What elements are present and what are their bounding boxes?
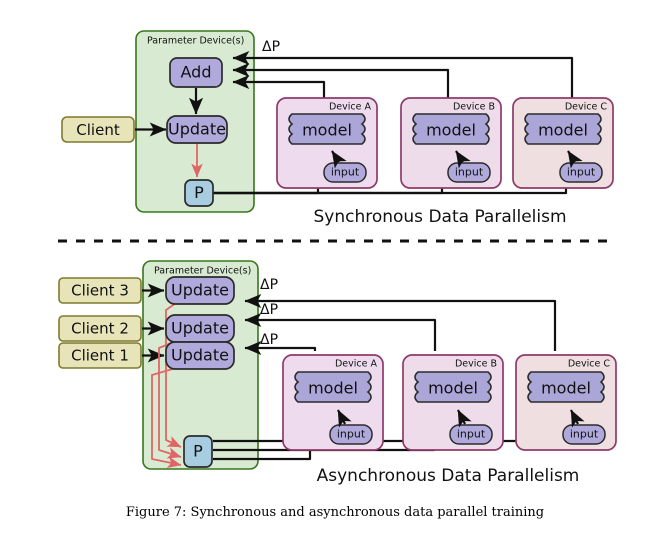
async-p-node: P (183, 435, 213, 468)
sync-device-b-input-label: input (455, 166, 484, 179)
async-device-b-input-label: input (457, 428, 486, 441)
sync-device-a-name: Device A (329, 102, 372, 113)
async-edge-deviceC-to-update3 (244, 293, 557, 351)
sync-device-b: Device B model input (400, 97, 502, 189)
sync-client-label: Client (76, 121, 120, 139)
async-update-3-node: Update (165, 276, 235, 305)
async-update-3-label: Update (171, 281, 229, 300)
sync-device-a: Device A model input (276, 97, 378, 189)
async-device-a-name: Device A (335, 359, 378, 370)
sync-device-b-model-label: model (426, 121, 476, 140)
sync-update-label: Update (168, 120, 226, 139)
async-client-2-node: Client 2 (58, 315, 142, 342)
async-client-1-label: Client 1 (71, 347, 129, 365)
sync-p-node: P (184, 179, 214, 207)
sync-section-label: Synchronous Data Parallelism (313, 207, 566, 227)
async-delta-p-label-2: ΔP (260, 302, 278, 318)
async-update-2-label: Update (171, 319, 229, 338)
figure-root: Parameter Device(s) Client Add Update P … (0, 0, 670, 543)
sync-delta-p-label: ΔP (262, 39, 280, 55)
sync-device-a-input-label: input (331, 166, 360, 179)
async-device-c-input-label: input (570, 428, 599, 441)
sync-section: Parameter Device(s) Client Add Update P … (61, 30, 614, 227)
data-parallelism-diagram: Parameter Device(s) Client Add Update P … (58, 30, 617, 486)
async-device-b-name: Device B (455, 359, 497, 370)
sync-device-c-input-label: input (567, 166, 596, 179)
async-delta-p-label-1: ΔP (260, 332, 278, 348)
async-client-2-label: Client 2 (71, 320, 129, 338)
sync-device-b-name: Device B (453, 102, 495, 113)
sync-client-node: Client (61, 116, 135, 143)
async-section: Parameter Device(s) Client 3 Client 2 Cl… (58, 260, 617, 486)
async-section-label: Asynchronous Data Parallelism (317, 466, 580, 486)
async-client-3-label: Client 3 (71, 282, 129, 300)
async-device-a: Device A model input (282, 354, 384, 451)
sync-device-c-name: Device C (565, 102, 608, 113)
sync-add-node: Add (169, 57, 223, 88)
async-device-a-model-label: model (308, 379, 358, 398)
sync-p-label: P (194, 183, 204, 202)
async-device-c-model-label: model (541, 379, 591, 398)
async-parameter-group-label: Parameter Device(s) (154, 266, 251, 277)
sync-add-label: Add (181, 63, 212, 82)
async-device-a-input-label: input (337, 428, 366, 441)
async-device-b-model-label: model (428, 379, 478, 398)
async-client-1-node: Client 1 (58, 342, 142, 369)
sync-parameter-group-label: Parameter Device(s) (147, 36, 244, 47)
async-p-label: P (193, 442, 203, 461)
async-client-3-node: Client 3 (58, 277, 142, 304)
async-update-1-node: Update (165, 341, 235, 370)
async-device-c-name: Device C (568, 359, 611, 370)
async-delta-p-label-3: ΔP (260, 277, 278, 293)
sync-device-c: Device C model input (512, 97, 614, 189)
async-update-2-node: Update (165, 314, 235, 343)
async-update-1-label: Update (171, 346, 229, 365)
sync-update-node: Update (166, 115, 228, 144)
sync-device-a-model-label: model (302, 121, 352, 140)
async-device-c: Device C model input (515, 354, 617, 451)
sync-device-c-model-label: model (538, 121, 588, 140)
async-device-b: Device B model input (402, 354, 504, 451)
figure-caption: Figure 7: Synchronous and asynchronous d… (125, 505, 545, 520)
